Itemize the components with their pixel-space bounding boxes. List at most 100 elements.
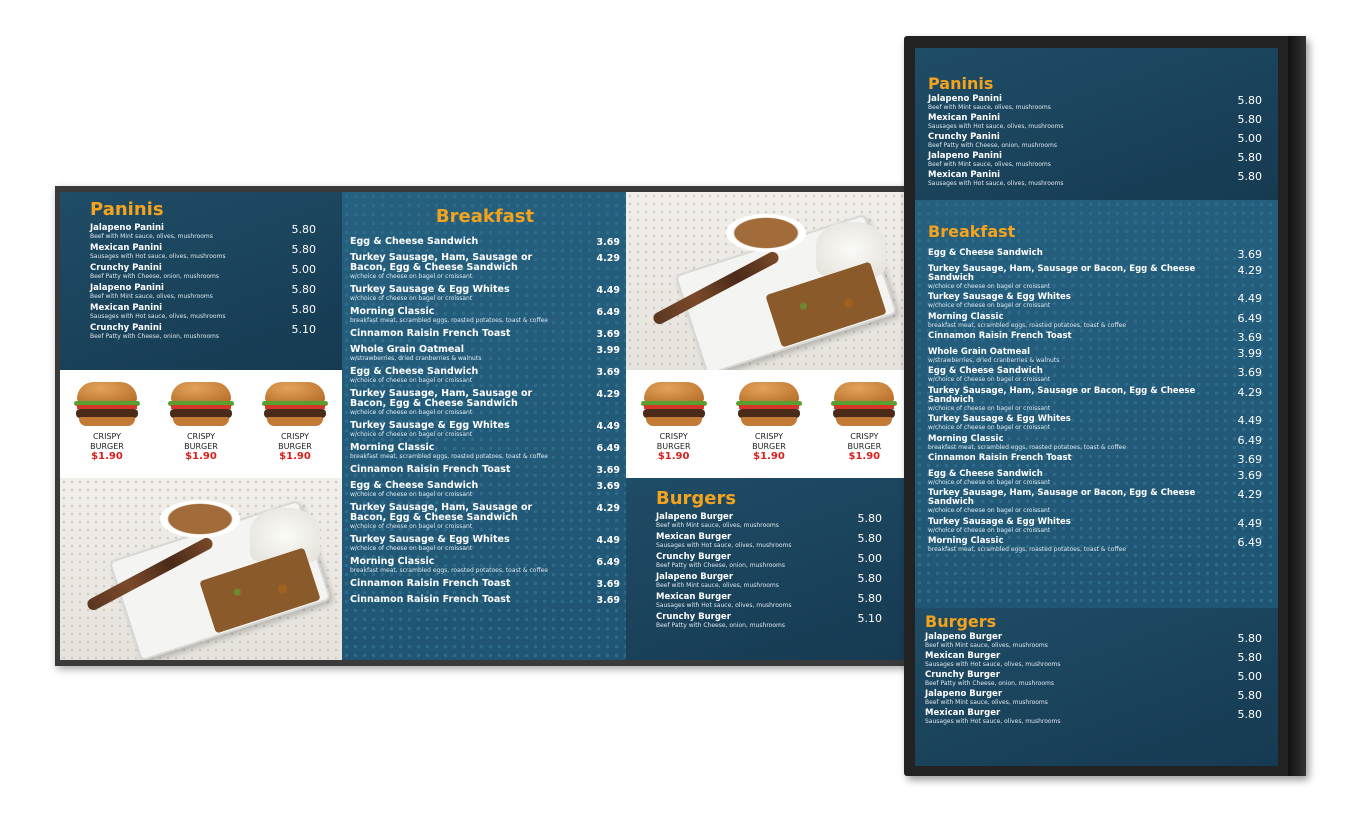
menu-item-text: Egg & Cheese Sandwich — [928, 249, 1043, 258]
item-name: Jalapeno Panini — [90, 223, 164, 233]
menu-item-text: Turkey Sausage, Ham, Sausage or Bacon, E… — [928, 263, 1238, 290]
menu-item-text: Jalapeno Burger Beef with Mint sauce, oli… — [925, 690, 1048, 707]
menu-item: Turkey Sausage & Egg Whites w/choice of c… — [928, 415, 1262, 432]
portrait-breakfast-section: Breakfast Egg & Cheese Sandwich 3.69 Turke… — [915, 200, 1278, 608]
menu-item-text: Morning Classic breakfast meat, scrambled… — [928, 312, 1126, 329]
item-price: 6.49 — [1237, 433, 1263, 447]
item-price: 4.29 — [596, 253, 620, 264]
item-price: 3.69 — [1237, 331, 1263, 344]
menu-item: Crunchy Burger Beef Patty with Cheese, on… — [656, 553, 882, 570]
section-title: Breakfast — [928, 222, 1016, 241]
promo-item: CRISPY BURGER $1.90 — [161, 380, 241, 462]
item-name: Egg & Cheese Sandwich — [928, 366, 1043, 376]
item-description: Beef Patty with Cheese, onion, mushrooms — [90, 273, 220, 280]
promo-label: CRISPY BURGER $1.90 — [752, 432, 786, 462]
item-description: breakfast meat, scrambled eggs, roasted … — [928, 443, 1126, 451]
item-price: 5.80 — [1237, 113, 1263, 126]
item-name: Turkey Sausage, Ham, Sausage or Bacon, E… — [350, 252, 533, 273]
item-description: w/choice of cheese on bagel or croissant — [350, 431, 473, 438]
item-price: 6.49 — [1237, 311, 1263, 325]
item-price: 5.80 — [1237, 94, 1263, 107]
menu-item: Whole Grain Oatmeal w/strawberries, dried… — [350, 344, 620, 363]
item-price: 6.49 — [1237, 536, 1263, 549]
burger-image — [733, 380, 805, 428]
menu-item: Cinnamon Raisin French Toast 3.69 — [350, 594, 620, 607]
item-price: 4.29 — [1237, 488, 1263, 501]
item-description: breakfast meat, scrambled eggs, roasted … — [928, 546, 1126, 553]
menu-item-text: Crunchy Panini Beef Patty with Cheese, on… — [90, 323, 219, 341]
item-price: 5.00 — [291, 263, 317, 276]
item-price: 5.80 — [1237, 151, 1263, 164]
menu-item-text: Egg & Cheese Sandwich w/choice of cheese … — [928, 469, 1050, 486]
item-name: Mexican Burger — [656, 532, 732, 542]
item-price: 5.80 — [1237, 170, 1263, 183]
item-description: w/choice of cheese on bagel or croissant — [350, 491, 473, 498]
item-description: w/choice of cheese on bagel or croissant — [350, 273, 473, 280]
portrait-burgers-section: Burgers Jalapeno Burger Beef with Mint sa… — [915, 608, 1278, 766]
menu-item-text: Morning Classic breakfast meat, scrambled… — [928, 537, 1126, 554]
promo-item: CRISPY BURGER $1.90 — [67, 380, 147, 462]
item-description: breakfast meat, scrambled eggs, roasted … — [350, 567, 548, 574]
promo-label: CRISPY BURGER $1.90 — [847, 432, 881, 462]
item-price: 3.99 — [596, 345, 620, 356]
menu-item: Crunchy Burger Beef Patty with Cheese, on… — [656, 613, 882, 630]
menu-item: Turkey Sausage, Ham, Sausage or Bacon, E… — [350, 389, 620, 417]
item-price: 5.00 — [1237, 132, 1263, 145]
menu-item: Jalapeno Panini Beef with Mint sauce, oli… — [928, 151, 1263, 169]
burger-layer — [79, 417, 135, 426]
item-name: Turkey Sausage & Egg Whites — [928, 292, 1071, 302]
item-price: 5.80 — [1237, 708, 1263, 721]
item-price: 3.69 — [1237, 248, 1263, 261]
item-price: 5.80 — [291, 223, 317, 236]
burger-layer — [265, 382, 325, 402]
menu-item: Jalapeno Burger Beef with Mint sauce, oli… — [656, 513, 882, 530]
item-price: 3.69 — [596, 237, 620, 248]
menu-item-text: Jalapeno Burger Beef with Mint sauce, oli… — [925, 632, 1048, 650]
menu-item: Jalapeno Panini Beef with Mint sauce, oli… — [90, 284, 316, 301]
item-price: 3.99 — [1237, 346, 1263, 360]
menu-item-text: Mexican Burger Sausages with Hot sauce, o… — [656, 532, 792, 550]
menu-item-text: Crunchy Burger Beef Patty with Cheese, on… — [656, 613, 786, 630]
menu-item-text: Mexican Panini Sausages with Hot sauce, o… — [90, 244, 226, 261]
item-description: Beef Patty with Cheese, onion, mushrooms — [656, 562, 786, 569]
item-price: 4.49 — [1237, 516, 1263, 530]
promo-line1: CRISPY — [280, 432, 310, 441]
item-name: Cinnamon Raisin French Toast — [350, 594, 511, 605]
burger-layer — [173, 417, 229, 426]
section-title: Paninis — [928, 74, 994, 93]
menu-item-text: Cinnamon Raisin French Toast — [350, 465, 570, 475]
item-name: Whole Grain Oatmeal — [928, 346, 1031, 357]
menu-item-text: Crunchy Panini Beef Patty with Cheese, on… — [90, 264, 220, 281]
menu-item: Turkey Sausage, Ham, Sausage or Bacon, E… — [928, 386, 1262, 412]
item-price: 3.69 — [596, 595, 620, 606]
promo-label: CRISPY BURGER $1.90 — [90, 432, 124, 462]
item-description: Beef Patty with Cheese, onion, mushrooms — [656, 622, 786, 629]
menu-item-text: Turkey Sausage & Egg Whites w/choice of c… — [350, 421, 570, 439]
menu-item-text: Turkey Sausage & Egg Whites w/choice of c… — [350, 285, 570, 303]
menu-item-text: Jalapeno Burger Beef with Mint sauce, oli… — [656, 513, 779, 530]
item-name: Whole Grain Oatmeal — [350, 344, 465, 355]
menu-item: Morning Classic breakfast meat, scrambled… — [350, 307, 620, 325]
menu-item-text: Whole Grain Oatmeal w/strawberries, dried… — [350, 344, 570, 363]
menu-item-text: Mexican Panini Sausages with Hot sauce, o… — [928, 171, 1064, 188]
item-price: 4.49 — [596, 285, 620, 296]
promo-item: CRISPY BURGER $1.90 — [824, 380, 904, 462]
menu-item: Cinnamon Raisin French Toast 3.69 — [350, 579, 620, 591]
item-name: Crunchy Panini — [90, 323, 162, 333]
item-name: Turkey Sausage, Ham, Sausage or Bacon, E… — [928, 263, 1196, 283]
item-price: 5.00 — [1237, 670, 1263, 683]
item-name: Mexican Burger — [656, 592, 732, 602]
item-description: w/choice of cheese on bagel or croissant — [928, 302, 1051, 309]
menu-item: Egg & Cheese Sandwich w/choice of cheese … — [928, 366, 1262, 384]
menu-item-text: Jalapeno Panini Beef with Mint sauce, oli… — [928, 95, 1051, 112]
menu-item-text: Jalapeno Panini Beef with Mint sauce, oli… — [90, 223, 213, 241]
item-name: Jalapeno Burger — [925, 632, 1003, 642]
menu-item-text: Turkey Sausage & Egg Whites w/choice of c… — [928, 415, 1071, 432]
item-name: Cinnamon Raisin French Toast — [928, 453, 1072, 463]
item-description: w/choice of cheese on bagel or croissant — [928, 282, 1051, 290]
item-price: 5.80 — [857, 592, 883, 605]
item-price: 5.80 — [857, 572, 883, 585]
menu-item-text: Egg & Cheese Sandwich w/choice of cheese … — [928, 366, 1050, 384]
item-description: Sausages with Hot sauce, olives, mushroo… — [928, 123, 1064, 130]
burger-image — [165, 380, 237, 428]
